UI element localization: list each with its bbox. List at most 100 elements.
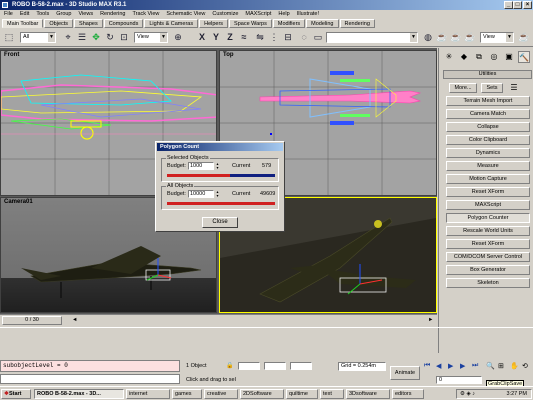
reset-xform-button-2[interactable]: Reset XForm <box>446 239 530 249</box>
pivot-center-icon[interactable]: ⊕ <box>172 32 184 44</box>
material-editor-icon[interactable]: ◍ <box>422 32 434 44</box>
axis-x-icon[interactable]: X <box>196 32 208 44</box>
utilities-tab-icon[interactable]: 🔨 <box>518 51 530 63</box>
render-scene-icon[interactable]: ☕ <box>436 32 448 44</box>
viewport-label-camera[interactable]: Camera01 <box>4 199 33 205</box>
task-editors[interactable]: editors <box>392 389 424 399</box>
maxscript-listener-input[interactable] <box>0 374 180 384</box>
box-generator-button[interactable]: Box Generator <box>446 265 530 275</box>
select-region-icon[interactable]: ⬚ <box>3 32 15 44</box>
tab-lights-cameras[interactable]: Lights & Cameras <box>144 19 199 28</box>
polygon-counter-button[interactable]: Polygon Counter <box>446 213 530 223</box>
named-selection-sets-dropdown[interactable]: ▼ <box>326 32 418 43</box>
menu-illustrate[interactable]: Illustrate! <box>297 10 319 19</box>
motion-tab-icon[interactable]: ◎ <box>488 51 500 63</box>
track-view-icon[interactable]: ▭ <box>312 32 324 44</box>
display-tab-icon[interactable]: ▣ <box>503 51 515 63</box>
time-slider-track[interactable]: 0 / 30 ◄ ► <box>0 314 437 326</box>
task-quiltime[interactable]: quiltime <box>286 389 318 399</box>
time-slider-thumb[interactable]: 0 / 30 <box>2 316 62 325</box>
previous-frame-icon[interactable]: ◀ <box>436 362 446 372</box>
menu-file[interactable]: File <box>4 10 13 19</box>
dynamics-button[interactable]: Dynamics <box>446 148 530 158</box>
skeleton-button[interactable]: Skeleton <box>446 278 530 288</box>
axis-z-icon[interactable]: Z <box>224 32 236 44</box>
terrain-mesh-import-button[interactable]: Terrain Mesh Import <box>446 96 530 106</box>
menu-views[interactable]: Views <box>79 10 94 19</box>
tab-objects[interactable]: Objects <box>44 19 74 28</box>
select-by-name-icon[interactable]: ☰ <box>76 32 88 44</box>
tab-main-toolbar[interactable]: Main Toolbar <box>2 19 44 28</box>
task-3dsmax[interactable]: ROBO B-58-2.max - 3D... <box>34 389 124 399</box>
color-clipboard-button[interactable]: Color Clipboard <box>446 135 530 145</box>
tab-modifiers[interactable]: Modifiers <box>272 19 306 28</box>
camera-match-button[interactable]: Camera Match <box>446 109 530 119</box>
dialog-title-bar[interactable]: Polygon Count <box>157 143 283 151</box>
play-icon[interactable]: ▶ <box>448 362 458 372</box>
go-to-start-icon[interactable]: ⏮ <box>424 362 434 372</box>
task-text[interactable]: text <box>320 389 344 399</box>
all-budget-input[interactable]: 10000 <box>188 190 214 198</box>
rescale-world-units-button[interactable]: Rescale World Units <box>446 226 530 236</box>
menu-schematic-view[interactable]: Schematic View <box>166 10 205 19</box>
lock-selection-icon[interactable]: 🔒 <box>226 362 233 369</box>
coord-x-field[interactable] <box>238 362 260 370</box>
tab-rendering[interactable]: Rendering <box>339 19 375 28</box>
axis-xy-icon[interactable]: ≈ <box>238 32 250 44</box>
mirror-icon[interactable]: ⇋ <box>254 32 266 44</box>
reset-xform-button[interactable]: Reset XForm <box>446 187 530 197</box>
motion-capture-button[interactable]: Motion Capture <box>446 174 530 184</box>
menu-group[interactable]: Group <box>56 10 71 19</box>
tab-compounds[interactable]: Compounds <box>103 19 144 28</box>
task-2dsoftware[interactable]: 2DSoftware <box>240 389 284 399</box>
task-internet[interactable]: internet <box>126 389 170 399</box>
render-last-icon[interactable]: ☕ <box>464 32 476 44</box>
start-button[interactable]: ❖Start <box>1 389 31 399</box>
menu-customize[interactable]: Customize <box>212 10 238 19</box>
measure-button[interactable]: Measure <box>446 161 530 171</box>
tab-modeling[interactable]: Modeling <box>306 19 339 28</box>
maxscript-listener[interactable]: subobjectLevel = 0 <box>0 360 180 372</box>
animate-button[interactable]: Animate <box>390 366 420 380</box>
menu-track-view[interactable]: Track View <box>132 10 159 19</box>
zoom-icon[interactable]: 🔍 <box>486 362 496 372</box>
menu-rendering[interactable]: Rendering <box>100 10 125 19</box>
viewport-label-top[interactable]: Top <box>223 52 234 58</box>
time-slider-next-icon[interactable]: ► <box>428 317 433 323</box>
minimize-button[interactable]: _ <box>504 1 513 9</box>
menu-help[interactable]: Help <box>278 10 289 19</box>
menu-maxscript[interactable]: MAXScript <box>245 10 271 19</box>
selection-filter-dropdown[interactable]: All ▼ <box>20 32 56 43</box>
tab-shapes[interactable]: Shapes <box>74 19 103 28</box>
maximize-button[interactable]: □ <box>513 1 522 9</box>
next-frame-icon[interactable]: ▶ <box>460 362 470 372</box>
arc-rotate-icon[interactable]: ⟲ <box>522 362 532 372</box>
modify-tab-icon[interactable]: ◆ <box>458 51 470 63</box>
select-scale-icon[interactable]: ⊡ <box>118 32 130 44</box>
task-creative[interactable]: creative <box>204 389 238 399</box>
sets-button[interactable]: Sets <box>481 83 503 93</box>
selected-budget-spinner-icon[interactable]: ▴ ▾ <box>215 162 220 170</box>
render-type-dropdown[interactable]: View ▼ <box>480 32 514 43</box>
utilities-rollout-header[interactable]: Utilities <box>443 70 532 79</box>
all-budget-spinner-icon[interactable]: ▴ ▾ <box>215 190 220 198</box>
select-rotate-icon[interactable]: ↻ <box>104 32 116 44</box>
selected-budget-input[interactable]: 1000 <box>188 162 214 170</box>
axis-y-icon[interactable]: Y <box>210 32 222 44</box>
menu-tools[interactable]: Tools <box>36 10 49 19</box>
collapse-button[interactable]: Collapse <box>446 122 530 132</box>
create-tab-icon[interactable]: ✳ <box>443 51 455 63</box>
time-slider-prev-icon[interactable]: ◄ <box>72 317 77 323</box>
named-selection-icon[interactable]: ◌ <box>298 32 310 44</box>
tab-helpers[interactable]: Helpers <box>199 19 229 28</box>
com-dcom-server-control-button[interactable]: COM/DCOM Server Control <box>446 252 530 262</box>
tab-space-warps[interactable]: Space Warps <box>229 19 272 28</box>
hierarchy-tab-icon[interactable]: ⧉ <box>473 51 485 63</box>
more-button[interactable]: More... <box>449 83 477 93</box>
task-games[interactable]: games <box>172 389 202 399</box>
task-3dsoftware[interactable]: 3Dsoftware <box>346 389 390 399</box>
menu-edit[interactable]: Edit <box>20 10 29 19</box>
align-icon[interactable]: ⊟ <box>282 32 294 44</box>
configure-sets-icon[interactable]: ☰ <box>509 83 519 93</box>
close-button[interactable]: Close <box>202 217 238 228</box>
